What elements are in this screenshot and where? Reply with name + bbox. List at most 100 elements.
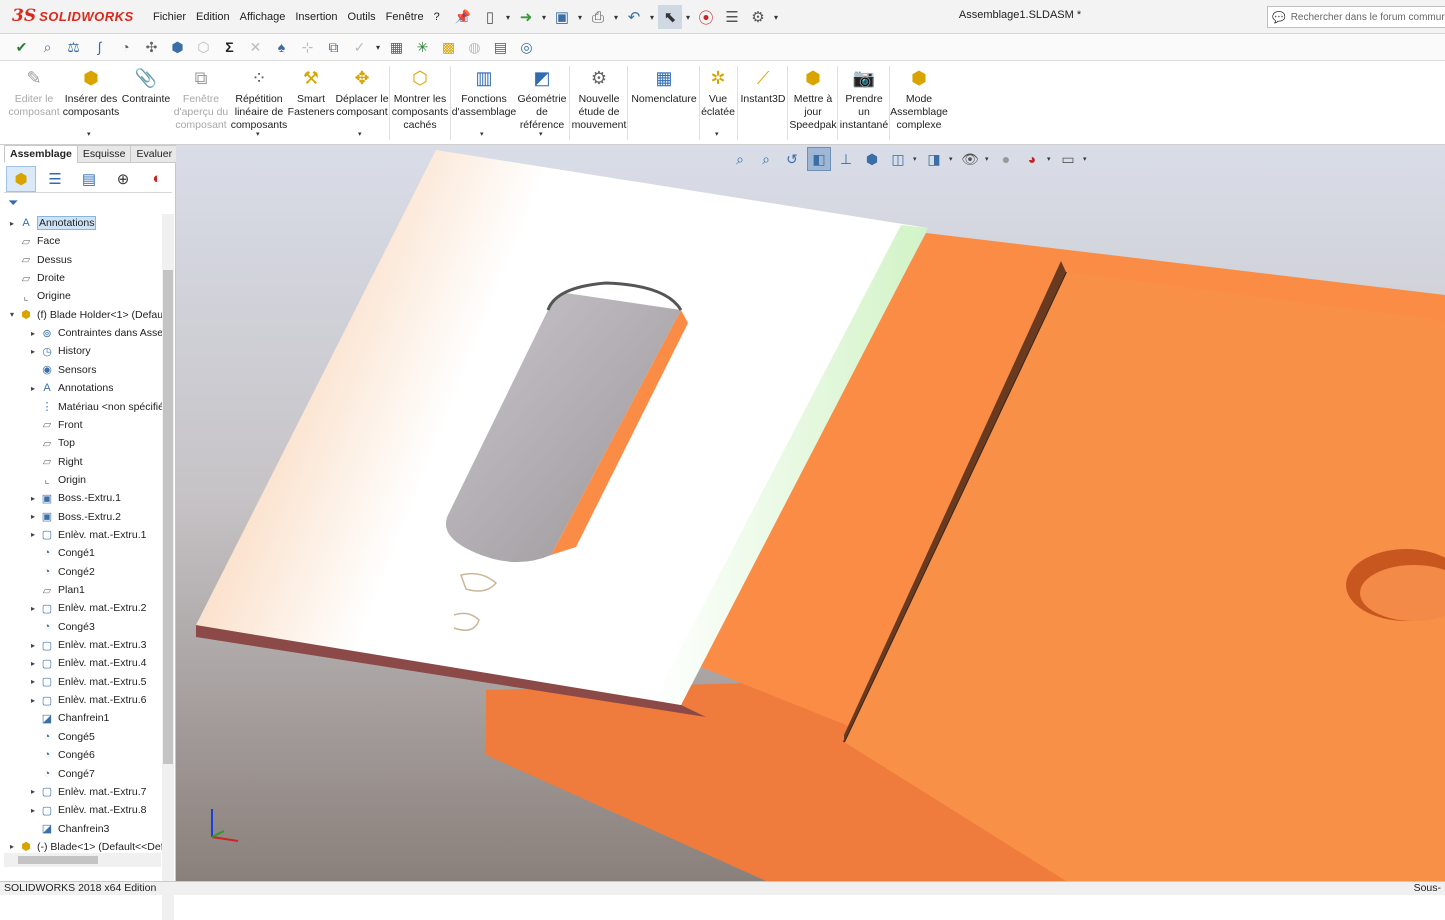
tree-node[interactable]: ▸ ▢ Enlèv. mat.-Extru.4 [6,654,162,672]
expand-arrow-icon[interactable]: ▸ [27,787,39,796]
edit-component-button[interactable]: ✎ Editer le composant [6,66,62,119]
interference-icon[interactable]: ✣ [140,36,163,59]
excel-table-icon[interactable]: ▦ [385,36,408,59]
preview-window-button[interactable]: ⧉ Fenêtre d'aperçu du composant [173,66,229,132]
menu-affichage[interactable]: Affichage [235,11,291,23]
expand-arrow-icon[interactable]: ▸ [27,494,39,503]
undo-dropdown-icon[interactable]: ▾ [648,13,656,22]
options-gear-icon[interactable]: ⚙ [746,5,770,29]
tree-filter-icon[interactable]: ⏷ [8,195,168,213]
mass-properties-icon[interactable]: ⚖ [62,36,85,59]
tree-node[interactable]: ▾⬢ (f) Blade Holder<1> (Default<<Default>… [6,306,162,324]
select-dropdown-icon[interactable]: ▾ [684,13,692,22]
show-hidden-components-button[interactable]: ⬡ Montrer les composants cachés [391,66,449,132]
expand-arrow-icon[interactable]: ▸ [27,659,39,668]
tree-node[interactable]: ▱ Plan1 [6,581,162,599]
tree-node[interactable]: ▸ ◷ History [6,342,162,360]
options-dropdown-icon[interactable]: ▾ [772,13,780,22]
tree-node[interactable]: ▸ ▢ Enlèv. mat.-Extru.1 [6,526,162,544]
check-tolerance-icon[interactable]: ✓ [348,36,371,59]
gauge-icon[interactable]: ◔ [114,36,137,59]
hide-show-items-icon[interactable]: ◨ [923,148,945,170]
display-style-dropdown-icon[interactable]: ▾ [913,155,919,163]
curve-icon[interactable]: ∫ [88,36,111,59]
tree-node[interactable]: ▸ ▢ Enlèv. mat.-Extru.3 [6,636,162,654]
scene-dropdown-icon[interactable]: ▾ [1047,155,1053,163]
open-dropdown-icon[interactable]: ▾ [540,13,548,22]
tree-scroll-thumb[interactable] [163,270,173,764]
tree-node[interactable]: ▱ Front [6,416,162,434]
zebra-icon[interactable]: ▩ [437,36,460,59]
print-icon[interactable]: ⎙ [586,5,610,29]
exploded-view-button[interactable]: ✲ Vue éclatée [700,66,736,119]
expand-arrow-icon[interactable]: ▸ [6,219,18,228]
large-assembly-mode-button[interactable]: ⬢ Mode Assemblage complexe [890,66,948,132]
tree-node[interactable]: ▸ A Annotations [6,214,162,232]
expand-arrow-icon[interactable]: ▸ [27,347,39,356]
eye-visibility-icon[interactable]: 👁 [959,148,981,170]
menu-help[interactable]: ? [429,11,445,23]
property-manager-icon[interactable]: ☰ [40,166,70,192]
tree-node[interactable]: ◉ Sensors [6,361,162,379]
select-cursor-icon[interactable]: ⬉ [658,5,682,29]
expand-arrow-icon[interactable]: ▸ [27,806,39,815]
configuration-manager-icon[interactable]: ▤ [74,166,104,192]
tree-node[interactable]: ◔ Congé7 [6,765,162,783]
insert-components-dropdown-icon[interactable]: ▾ [87,130,91,138]
menu-outils[interactable]: Outils [343,11,381,23]
mate-button[interactable]: 📎 Contrainte [120,66,172,106]
tab-evaluer[interactable]: Evaluer [130,145,179,163]
community-search-box[interactable]: 💬 Rechercher dans le forum communautaire [1267,6,1445,28]
check-part-icon[interactable]: ⬢ [166,36,189,59]
tree-node[interactable]: ▸ ▢ Enlèv. mat.-Extru.5 [6,673,162,691]
apply-scene-icon[interactable]: ◕ [1021,148,1043,170]
tree-node[interactable]: ◔ Congé6 [6,746,162,764]
update-speedpak-button[interactable]: ⬢ Mettre à jour Speedpak [789,66,837,132]
feature-manager-icon[interactable]: ⬢ [6,165,36,192]
collapse-arrow-icon[interactable]: ▾ [6,310,18,319]
expand-arrow-icon[interactable]: ▸ [27,677,39,686]
hide-show-dropdown-icon[interactable]: ▾ [949,155,955,163]
measure-icon[interactable]: ⌕ [36,36,59,59]
reference-geometry-dropdown-icon[interactable]: ▾ [539,130,543,138]
check-disabled-icon[interactable]: ⬡ [192,36,215,59]
tree-node[interactable]: ▱ Right [6,453,162,471]
view-settings-dropdown-icon[interactable]: ▾ [1083,155,1089,163]
smart-fasteners-button[interactable]: ⚒ Smart Fasteners [287,66,335,119]
expand-arrow-icon[interactable]: ▸ [27,641,39,650]
sigma-equations-icon[interactable]: Σ [218,36,241,59]
new-motion-study-button[interactable]: ⚙ Nouvelle étude de mouvement [571,66,627,132]
tree-node[interactable]: ⌞ Origin [6,471,162,489]
tree-node[interactable]: ▸⊚ Contraintes dans Assemblage1 [6,324,162,342]
tree-node[interactable]: ▸ ▣ Boss.-Extru.2 [6,508,162,526]
expand-arrow-icon[interactable]: ▸ [27,512,39,521]
tree-node[interactable]: ◔ Congé1 [6,544,162,562]
previous-view-icon[interactable]: ↺ [781,148,803,170]
tree-node[interactable]: ▸ A Annotations [6,379,162,397]
symmetry-icon[interactable]: ⊹ [296,36,319,59]
zoom-to-area-icon[interactable]: ⌕ [755,148,777,170]
tree-node[interactable]: ◔ Congé2 [6,563,162,581]
expand-arrow-icon[interactable]: ▸ [27,696,39,705]
tree-node[interactable]: ◪ Chanfrein3 [6,820,162,838]
new-dropdown-icon[interactable]: ▾ [504,13,512,22]
save-icon[interactable]: ▣ [550,5,574,29]
file-properties-icon[interactable]: ☰ [720,5,744,29]
tree-node[interactable]: ▱ Droite [6,269,162,287]
tree-node[interactable]: ◪ Chanfrein1 [6,709,162,727]
spell-check-icon[interactable]: ✔ [10,36,33,59]
expand-arrow-icon[interactable]: ▸ [27,604,39,613]
solidworks-logo[interactable]: 3S SOLIDWORKS [12,6,134,26]
view-settings-monitor-icon[interactable]: ▭ [1057,148,1079,170]
tree-node[interactable]: ▱ Face [6,232,162,250]
tree-node[interactable]: ⋮ Matériau <non spécifié> [6,398,163,416]
assembly-features-button[interactable]: ▥ Fonctions d'assemblage [452,66,516,119]
tree-node[interactable]: ▱ Dessus [6,251,162,269]
linear-pattern-button[interactable]: ⁘ Répétition linéaire de composants [230,66,288,132]
section-view-icon[interactable]: ◧ [807,147,831,171]
expand-arrow-icon[interactable]: ▸ [6,842,18,851]
move-component-dropdown-icon[interactable]: ▾ [358,130,362,138]
bill-of-materials-button[interactable]: ▦ Nomenclature [629,66,699,106]
tree-node[interactable]: ▸ ▢ Enlèv. mat.-Extru.8 [6,801,162,819]
insert-components-button[interactable]: ⬢ Insérer des composants [60,66,122,119]
